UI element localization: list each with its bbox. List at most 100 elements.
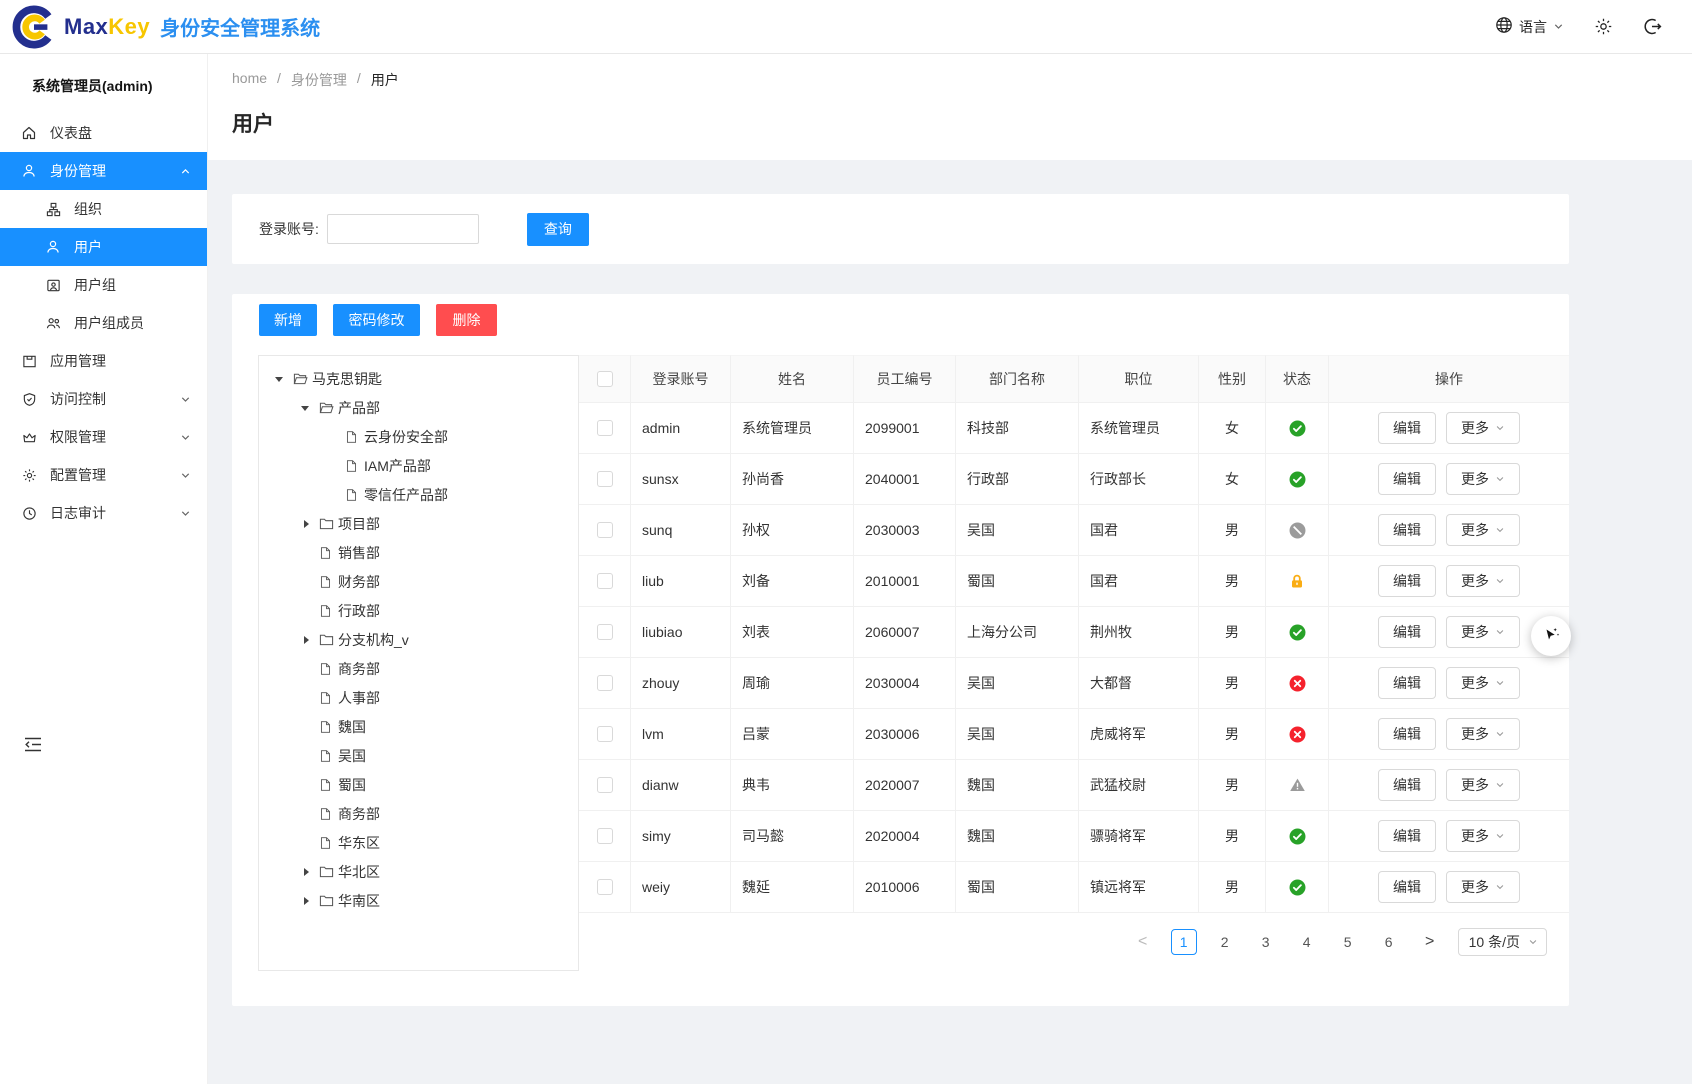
breadcrumb-identity[interactable]: 身份管理 (291, 70, 347, 90)
row-checkbox[interactable] (597, 471, 613, 487)
pagination-page-3[interactable]: 3 (1253, 929, 1279, 955)
row-checkbox[interactable] (597, 777, 613, 793)
tree-down-arrow-icon[interactable] (271, 372, 293, 386)
select-all-checkbox[interactable] (597, 371, 613, 387)
chevron-up-icon (180, 166, 191, 177)
pagination-page-5[interactable]: 5 (1335, 929, 1361, 955)
edit-button[interactable]: 编辑 (1378, 718, 1436, 750)
tree-right-arrow-icon[interactable] (297, 897, 319, 905)
folder-icon (319, 864, 336, 880)
edit-button[interactable]: 编辑 (1378, 463, 1436, 495)
sidebar-item-group-members[interactable]: 用户组成员 (0, 304, 207, 342)
page-size-select[interactable]: 10 条/页 (1458, 928, 1547, 956)
pagination-page-4[interactable]: 4 (1294, 929, 1320, 955)
cell-name: 典韦 (731, 760, 854, 811)
row-checkbox[interactable] (597, 828, 613, 844)
tree-node-label: 销售部 (338, 543, 380, 563)
table-row: dianw典韦2020007魏国武猛校尉男编辑更多 (579, 760, 1569, 811)
tree-right-arrow-icon[interactable] (297, 520, 319, 528)
tree-node[interactable]: 分支机构_v (259, 625, 578, 654)
delete-button[interactable]: 删除 (436, 304, 497, 336)
sidebar-item-organization[interactable]: 组织 (0, 190, 207, 228)
status-rejected-icon (1289, 675, 1306, 692)
edit-button[interactable]: 编辑 (1378, 871, 1436, 903)
pagination-next[interactable]: > (1417, 929, 1443, 955)
more-button[interactable]: 更多 (1446, 820, 1520, 852)
more-button[interactable]: 更多 (1446, 718, 1520, 750)
tree-right-arrow-icon[interactable] (297, 868, 319, 876)
change-password-button[interactable]: 密码修改 (333, 304, 420, 336)
edit-button[interactable]: 编辑 (1378, 565, 1436, 597)
more-button[interactable]: 更多 (1446, 514, 1520, 546)
more-button[interactable]: 更多 (1446, 667, 1520, 699)
tree-node[interactable]: 马克思钥匙 (259, 364, 578, 393)
login-account-input[interactable] (327, 214, 479, 244)
sidebar-item-apps[interactable]: 应用管理 (0, 342, 207, 380)
pagination-page-6[interactable]: 6 (1376, 929, 1402, 955)
logout-icon[interactable] (1643, 17, 1662, 36)
language-selector[interactable]: 语言 (1495, 16, 1564, 37)
tree-node[interactable]: 吴国 (259, 741, 578, 770)
more-button[interactable]: 更多 (1446, 565, 1520, 597)
tree-node[interactable]: 华东区 (259, 828, 578, 857)
tree-down-arrow-icon[interactable] (297, 401, 319, 415)
tree-right-arrow-icon[interactable] (297, 636, 319, 644)
edit-button[interactable]: 编辑 (1378, 514, 1436, 546)
edit-button[interactable]: 编辑 (1378, 820, 1436, 852)
sidebar-item-identity[interactable]: 身份管理 (0, 152, 207, 190)
sidebar-item-access-control[interactable]: 访问控制 (0, 380, 207, 418)
pagination-page-1[interactable]: 1 (1171, 929, 1197, 955)
tree-node[interactable]: 财务部 (259, 567, 578, 596)
cell-employee-no: 2030006 (854, 709, 956, 760)
more-button[interactable]: 更多 (1446, 616, 1520, 648)
row-checkbox[interactable] (597, 522, 613, 538)
tree-node[interactable]: IAM产品部 (259, 451, 578, 480)
sidebar-item-configuration[interactable]: 配置管理 (0, 456, 207, 494)
sidebar-item-user[interactable]: 用户 (0, 228, 207, 266)
row-checkbox[interactable] (597, 420, 613, 436)
sidebar-item-audit-log[interactable]: 日志审计 (0, 494, 207, 532)
edit-button[interactable]: 编辑 (1378, 616, 1436, 648)
edit-button[interactable]: 编辑 (1378, 667, 1436, 699)
edit-button[interactable]: 编辑 (1378, 769, 1436, 801)
sidebar-item-permissions[interactable]: 权限管理 (0, 418, 207, 456)
tree-node[interactable]: 华南区 (259, 886, 578, 915)
row-checkbox[interactable] (597, 624, 613, 640)
tree-node[interactable]: 商务部 (259, 654, 578, 683)
tree-node[interactable]: 魏国 (259, 712, 578, 741)
brand-subtitle: 身份安全管理系统 (160, 12, 320, 41)
tree-node[interactable]: 云身份安全部 (259, 422, 578, 451)
tree-node[interactable]: 华北区 (259, 857, 578, 886)
tree-node[interactable]: 产品部 (259, 393, 578, 422)
cell-status (1266, 556, 1329, 607)
row-checkbox[interactable] (597, 879, 613, 895)
settings-icon[interactable] (1594, 17, 1613, 36)
cell-employee-no: 2030003 (854, 505, 956, 556)
tree-node[interactable]: 零信任产品部 (259, 480, 578, 509)
tree-node[interactable]: 销售部 (259, 538, 578, 567)
row-checkbox[interactable] (597, 726, 613, 742)
tree-node[interactable]: 行政部 (259, 596, 578, 625)
tree-node-label: 财务部 (338, 572, 380, 592)
more-button[interactable]: 更多 (1446, 769, 1520, 801)
floating-widget-button[interactable] (1531, 616, 1571, 656)
row-checkbox[interactable] (597, 675, 613, 691)
tree-node[interactable]: 蜀国 (259, 770, 578, 799)
pagination-prev[interactable]: < (1130, 929, 1156, 955)
sidebar-item-user-group[interactable]: 用户组 (0, 266, 207, 304)
more-button[interactable]: 更多 (1446, 463, 1520, 495)
query-button[interactable]: 查询 (527, 213, 589, 246)
tree-node[interactable]: 人事部 (259, 683, 578, 712)
breadcrumb-home[interactable]: home (232, 70, 267, 90)
edit-button[interactable]: 编辑 (1378, 412, 1436, 444)
sidebar-item-dashboard[interactable]: 仪表盘 (0, 114, 207, 152)
add-button[interactable]: 新增 (259, 304, 317, 336)
cell-name: 魏延 (731, 862, 854, 913)
sidebar-collapse-icon[interactable] (24, 737, 42, 755)
tree-node[interactable]: 项目部 (259, 509, 578, 538)
row-checkbox[interactable] (597, 573, 613, 589)
more-button[interactable]: 更多 (1446, 412, 1520, 444)
tree-node[interactable]: 商务部 (259, 799, 578, 828)
more-button[interactable]: 更多 (1446, 871, 1520, 903)
pagination-page-2[interactable]: 2 (1212, 929, 1238, 955)
